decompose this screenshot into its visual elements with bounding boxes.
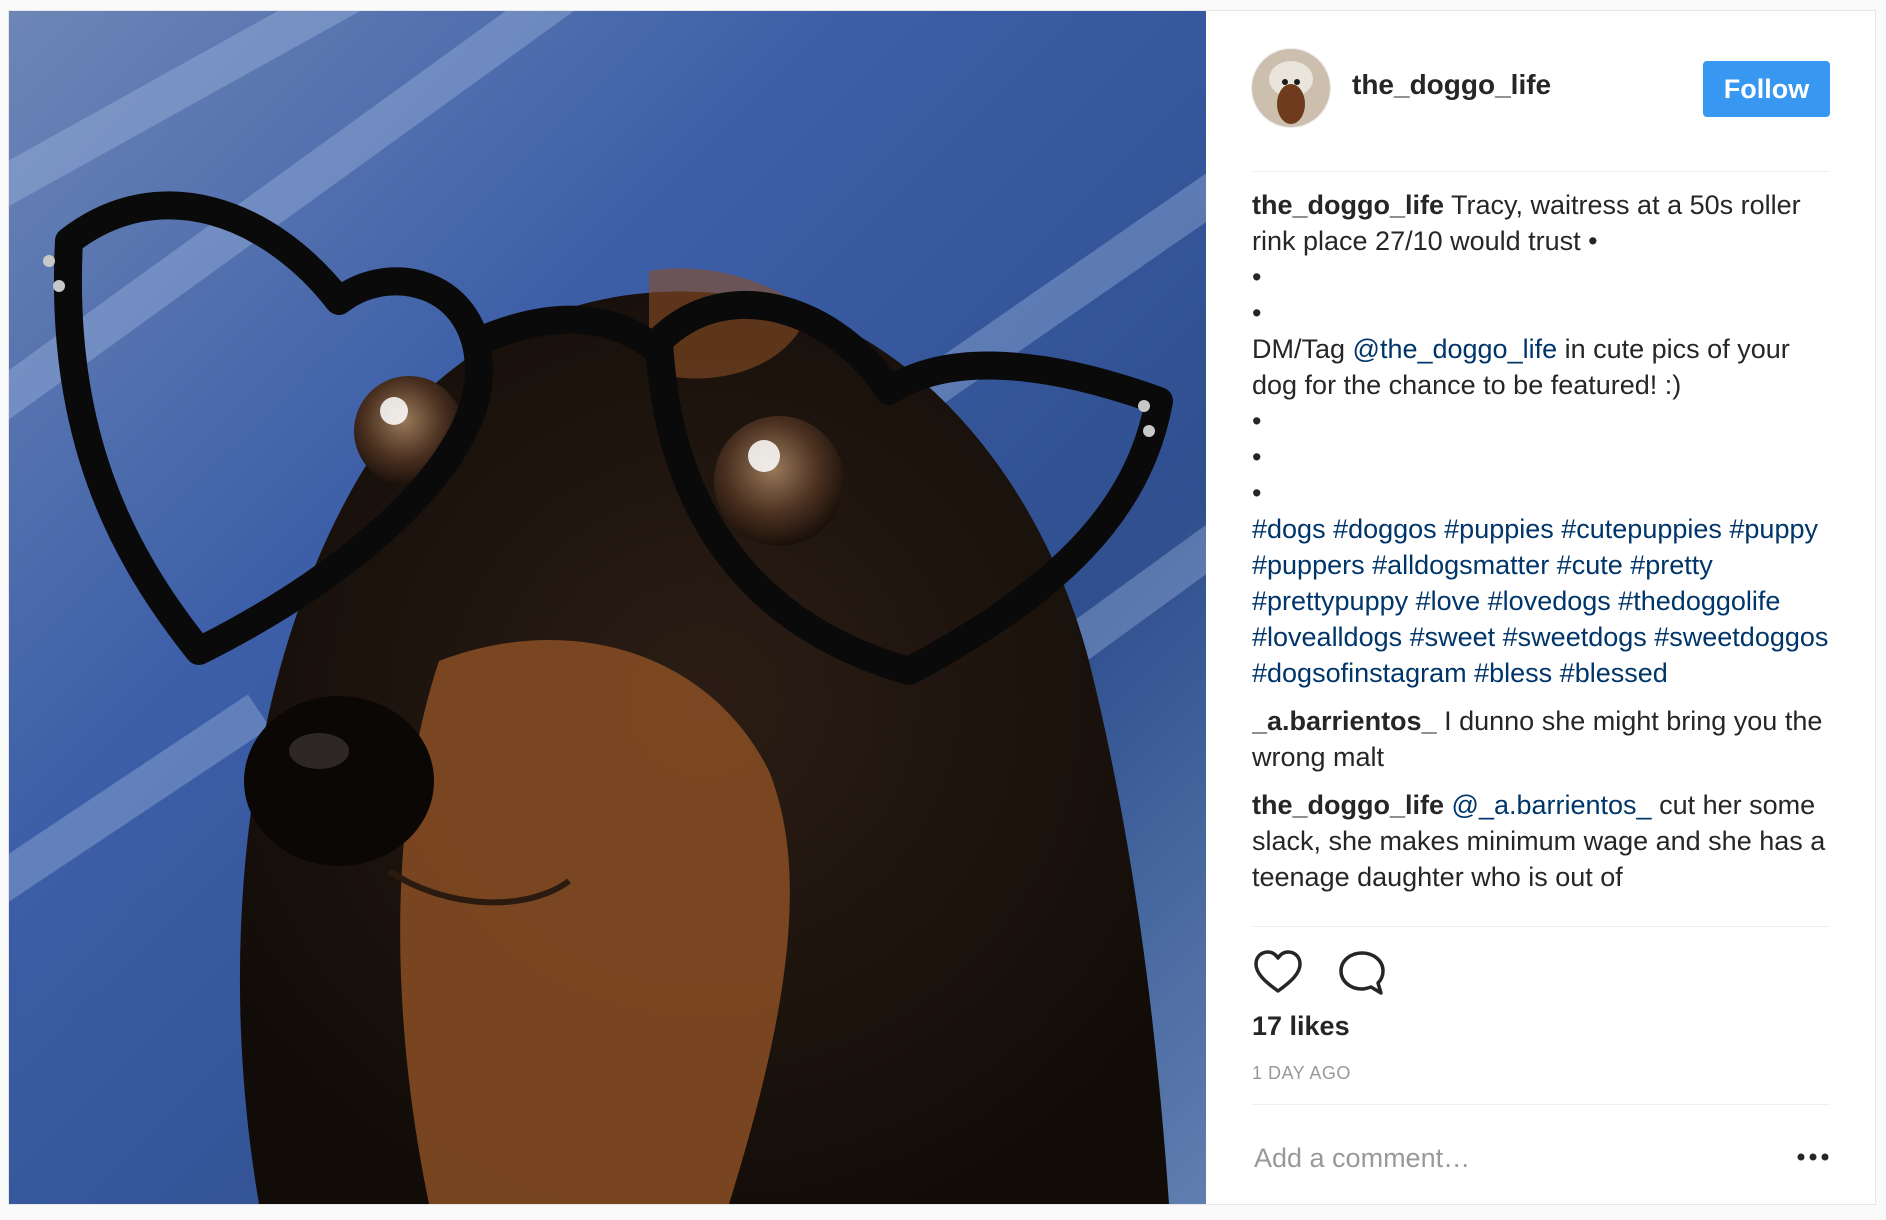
caption-bullet: •	[1252, 478, 1262, 508]
speech-bubble-icon[interactable]	[1336, 947, 1388, 999]
comments-divider	[1252, 926, 1830, 927]
comments-section: the_doggo_life Tracy, waitress at a 50s …	[1252, 187, 1830, 925]
comment-text: _a.barrientos_ I dunno she might bring y…	[1252, 703, 1830, 775]
likes-count[interactable]: 17 likes	[1252, 1011, 1350, 1042]
comment-item: the_doggo_life @_a.barrientos_ cut her s…	[1252, 787, 1830, 895]
comment-input[interactable]	[1252, 1129, 1766, 1187]
caption-bullet: •	[1252, 262, 1262, 292]
caption-bullet: •	[1252, 406, 1262, 436]
footer-divider	[1252, 1104, 1830, 1105]
avatar-image	[1252, 49, 1330, 127]
caption-dm-prefix: DM/Tag	[1252, 334, 1353, 364]
caption-mention-link[interactable]: @the_doggo_life	[1353, 334, 1558, 364]
ellipsis-icon[interactable]	[1796, 1145, 1830, 1169]
post-timestamp[interactable]: 1 DAY AGO	[1252, 1063, 1351, 1084]
header-username[interactable]: the_doggo_life	[1352, 69, 1551, 101]
follow-button[interactable]: Follow	[1703, 61, 1830, 117]
post-card: the_doggo_life Follow the_doggo_life Tra…	[8, 10, 1876, 1205]
comment-text: the_doggo_life @_a.barrientos_ cut her s…	[1252, 787, 1830, 895]
caption-hashtags[interactable]: #dogs #doggos #puppies #cutepuppies #pup…	[1252, 511, 1830, 691]
post-header: the_doggo_life Follow	[1252, 49, 1830, 135]
comment-mention-link[interactable]: @_a.barrientos_	[1452, 790, 1652, 820]
post-sidebar: the_doggo_life Follow the_doggo_life Tra…	[1206, 11, 1876, 1204]
caption-bullet: •	[1252, 298, 1262, 328]
caption-text: the_doggo_life Tracy, waitress at a 50s …	[1252, 187, 1830, 259]
caption-dm-line: DM/Tag @the_doggo_life in cute pics of y…	[1252, 331, 1830, 403]
comment-username[interactable]: _a.barrientos_	[1252, 706, 1437, 736]
dog-glasses-illustration	[9, 11, 1206, 1204]
avatar[interactable]	[1252, 49, 1330, 127]
heart-icon[interactable]	[1252, 947, 1304, 999]
caption-bullet: •	[1252, 442, 1262, 472]
caption-username[interactable]: the_doggo_life	[1252, 190, 1444, 220]
comment-item: _a.barrientos_ I dunno she might bring y…	[1252, 703, 1830, 775]
comment-username[interactable]: the_doggo_life	[1252, 790, 1444, 820]
header-divider	[1252, 171, 1830, 172]
caption: the_doggo_life Tracy, waitress at a 50s …	[1252, 187, 1830, 691]
post-photo[interactable]	[9, 11, 1206, 1204]
